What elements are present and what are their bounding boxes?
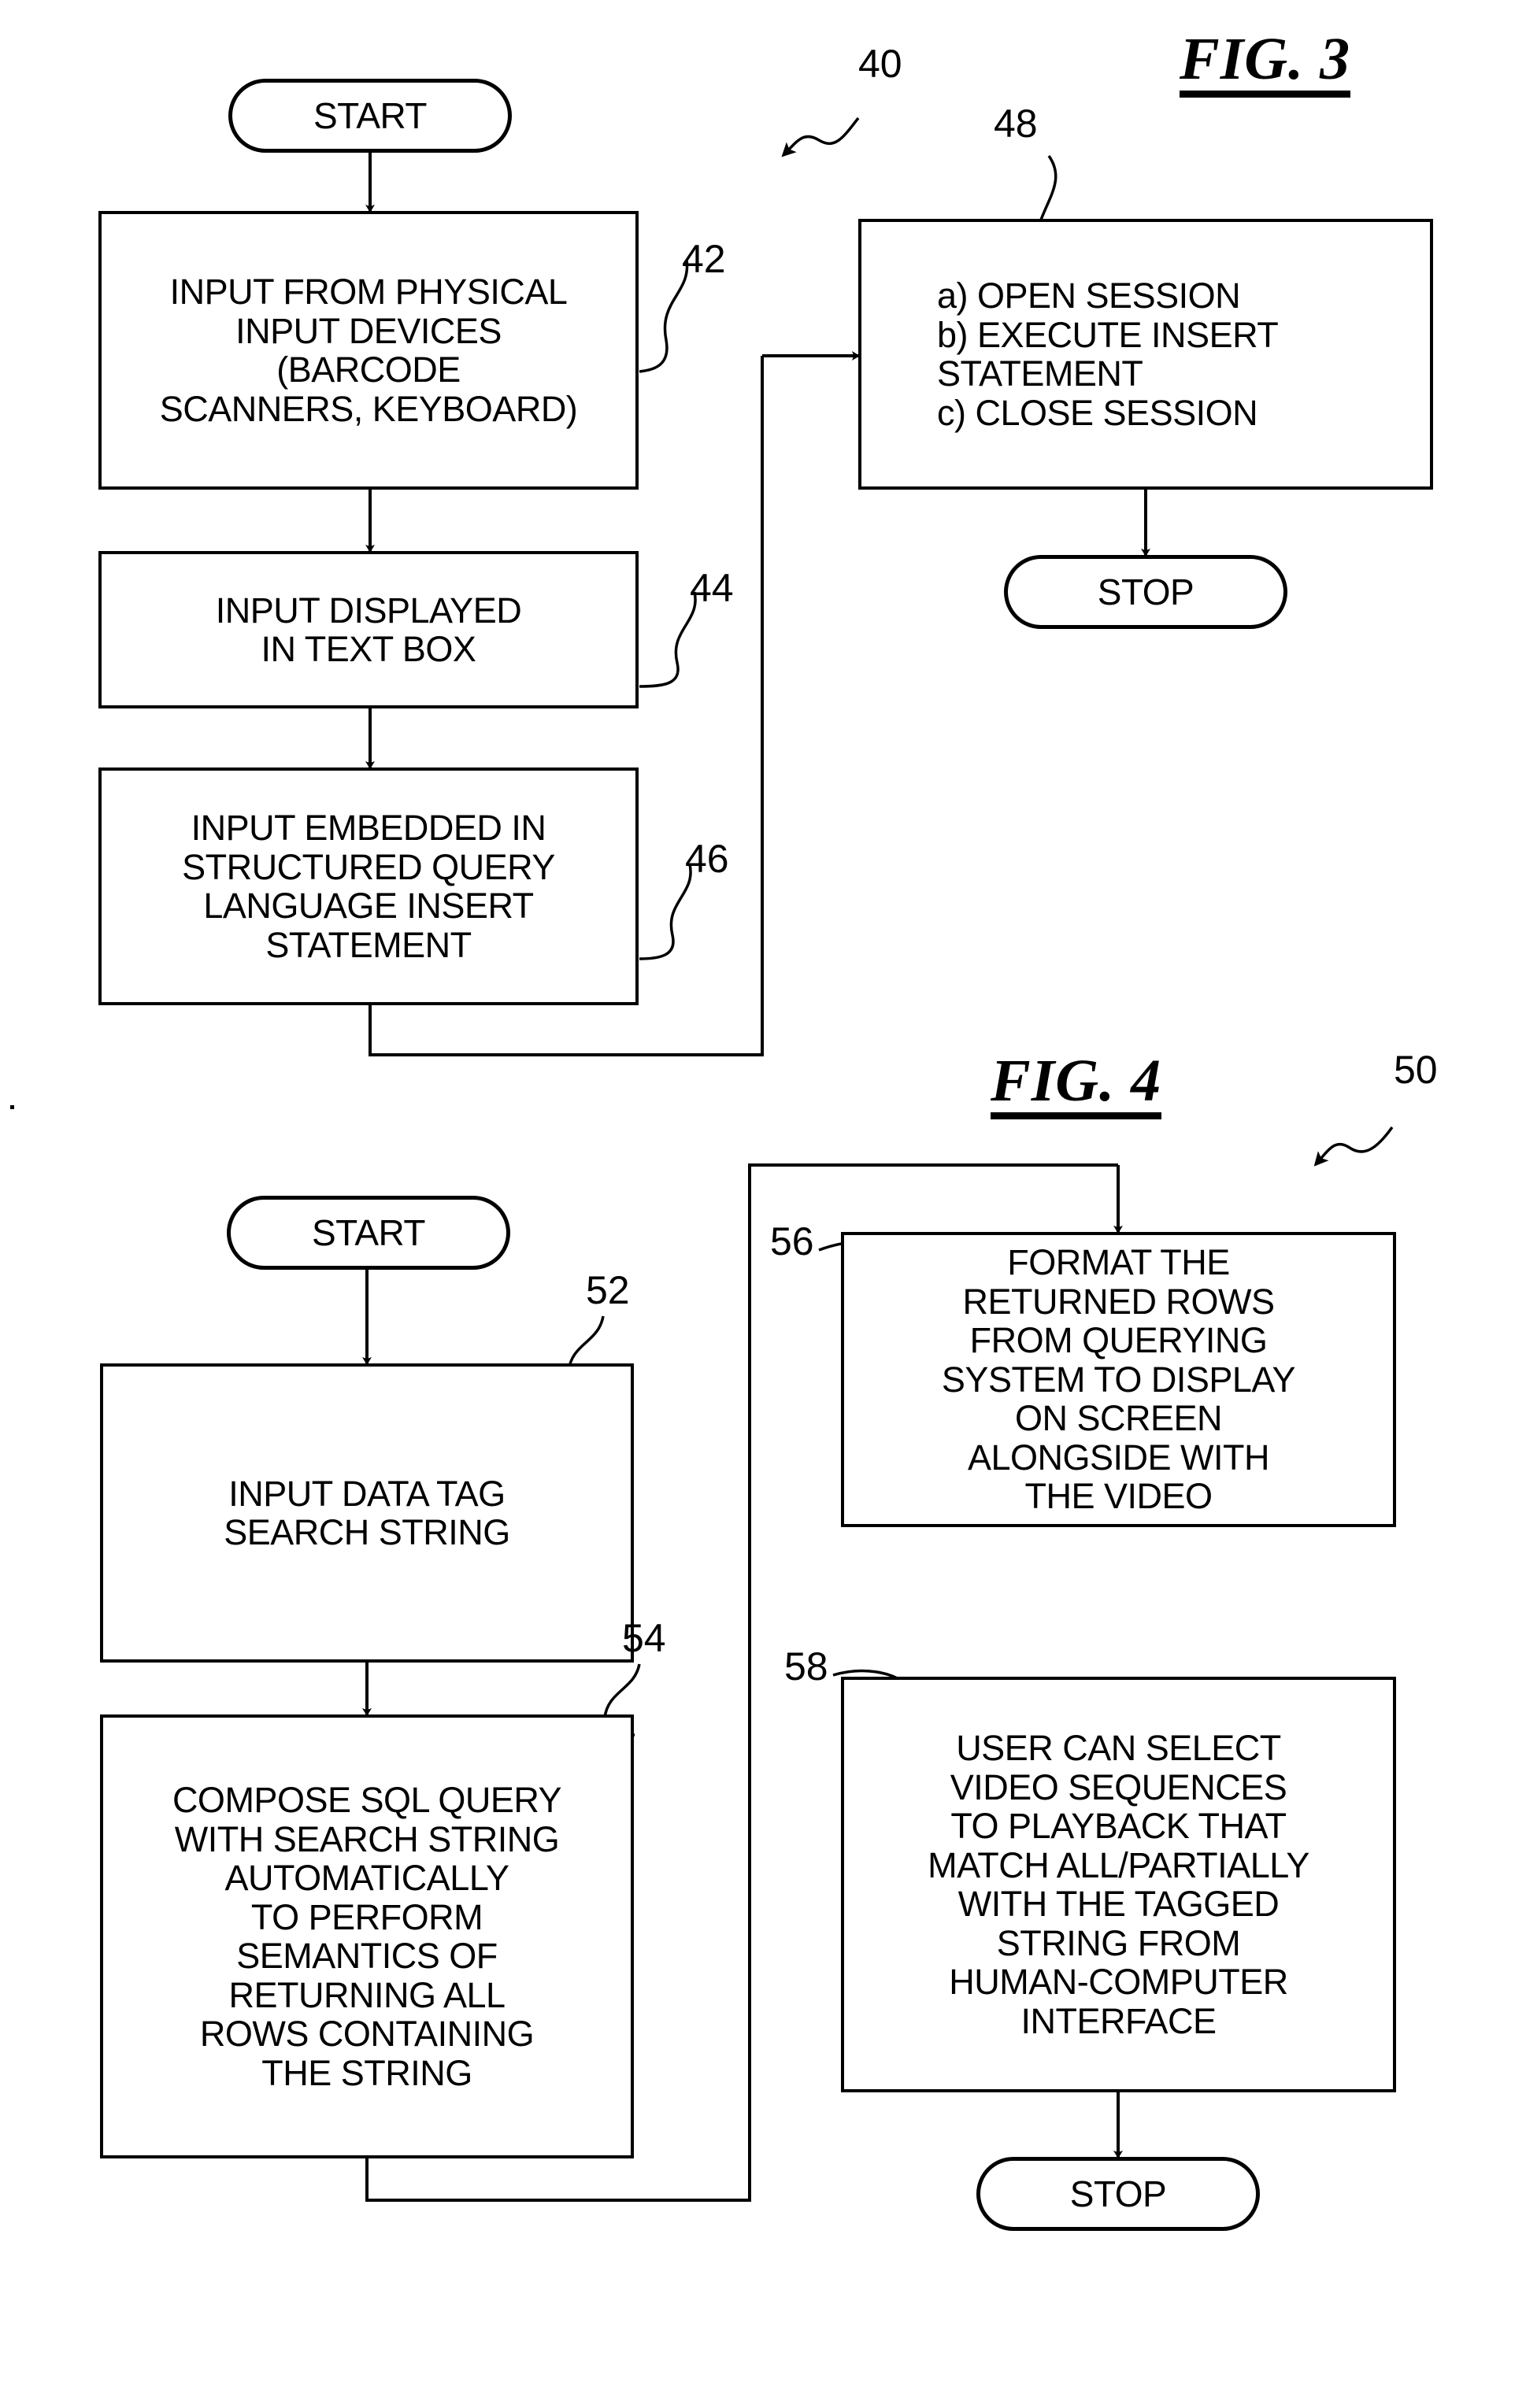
fig4-step-56-text: FORMAT THE RETURNED ROWS FROM QUERYING S…: [941, 1242, 1296, 1517]
fig3-start-terminal: START: [228, 79, 512, 153]
fig4-step-58-text: USER CAN SELECT VIDEO SEQUENCES TO PLAYB…: [928, 1728, 1309, 2041]
fig4-stop-label: STOP: [1069, 2173, 1167, 2214]
fig4-start-label: START: [311, 1212, 426, 1253]
fig4-step-52-text: INPUT DATA TAG SEARCH STRING: [224, 1473, 510, 1552]
reference-numeral-50: 50: [1394, 1048, 1438, 1092]
fig3-stop-label: STOP: [1097, 571, 1195, 612]
fig3-step-42-box: INPUT FROM PHYSICAL INPUT DEVICES (BARCO…: [98, 211, 639, 490]
fig3-start-label: START: [313, 95, 428, 136]
reference-numeral-56: 56: [770, 1219, 814, 1263]
fig4-stop-terminal: STOP: [976, 2157, 1260, 2231]
fig3-step-46-box: INPUT EMBEDDED IN STRUCTURED QUERY LANGU…: [98, 768, 639, 1005]
leader-48-dummy-46: [639, 864, 692, 960]
fig3-step-44-box: INPUT DISPLAYED IN TEXT BOX: [98, 551, 639, 708]
fig3-step-48-text: a) OPEN SESSION b) EXECUTE INSERT STATEM…: [937, 276, 1279, 433]
reference-numeral-52: 52: [586, 1268, 630, 1312]
fig3-step-48-box: a) OPEN SESSION b) EXECUTE INSERT STATEM…: [858, 219, 1433, 490]
figure-title-fig4: FIG. 4: [991, 1047, 1162, 1119]
fig4-step-58-box: USER CAN SELECT VIDEO SEQUENCES TO PLAYB…: [841, 1677, 1396, 2092]
pointer-50-squiggle: [1313, 1126, 1394, 1167]
scan-speck: [10, 1105, 14, 1109]
leader-44: [639, 591, 697, 688]
leader-42: [639, 259, 689, 373]
reference-numeral-48: 48: [994, 102, 1038, 146]
fig4-step-52-box: INPUT DATA TAG SEARCH STRING: [100, 1363, 634, 1663]
fig3-step-42-text: INPUT FROM PHYSICAL INPUT DEVICES (BARCO…: [159, 272, 578, 429]
reference-numeral-46: 46: [685, 837, 729, 881]
fig3-step-46-text: INPUT EMBEDDED IN STRUCTURED QUERY LANGU…: [182, 808, 555, 965]
fig4-step-54-box: COMPOSE SQL QUERY WITH SEARCH STRING AUT…: [100, 1714, 634, 2158]
reference-numeral-42: 42: [682, 237, 726, 281]
reference-numeral-58: 58: [784, 1644, 828, 1689]
reference-numeral-40: 40: [858, 42, 902, 86]
reference-numeral-44: 44: [690, 566, 734, 610]
fig4-step-54-text: COMPOSE SQL QUERY WITH SEARCH STRING AUT…: [172, 1780, 562, 2093]
fig3-stop-terminal: STOP: [1004, 555, 1287, 629]
patent-figure-sheet: FIG. 3 40 START INPUT FROM PHYSICAL INPU…: [0, 0, 1526, 2408]
fig4-step-56-box: FORMAT THE RETURNED ROWS FROM QUERYING S…: [841, 1232, 1396, 1527]
reference-numeral-54: 54: [622, 1616, 666, 1660]
pointer-40-squiggle: [781, 117, 860, 157]
fig4-start-terminal: START: [227, 1196, 510, 1270]
figure-title-fig3: FIG. 3: [1180, 25, 1351, 98]
fig3-step-44-text: INPUT DISPLAYED IN TEXT BOX: [215, 590, 522, 669]
